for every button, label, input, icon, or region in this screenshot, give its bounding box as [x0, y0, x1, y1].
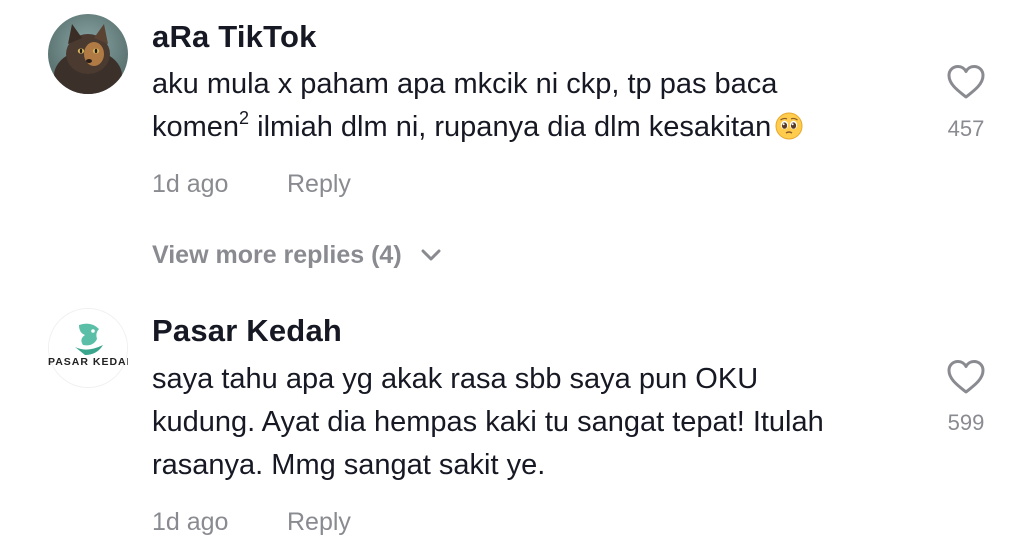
reply-button[interactable]: Reply: [287, 170, 351, 199]
comment-line: kudung. Ayat dia hempas kaki tu sangat t…: [152, 406, 824, 438]
pasar-kedah-logo-avatar: [49, 309, 127, 387]
comment-text: saya tahu apa yg akak rasa sbb saya pun …: [152, 358, 912, 487]
username[interactable]: aRa TikTok: [152, 19, 317, 55]
view-more-replies-button[interactable]: View more replies (4): [152, 241, 441, 270]
username[interactable]: Pasar Kedah: [152, 313, 342, 349]
timestamp: 1d ago: [152, 508, 229, 536]
comment-line: rasanya. Mmg sangat sakit ye.: [152, 449, 546, 481]
comment-meta: 1d ago Reply: [152, 508, 351, 537]
like-button[interactable]: [946, 64, 986, 100]
avatar[interactable]: [48, 14, 128, 94]
comment-word: komen: [152, 111, 240, 143]
heart-outline-icon: [947, 360, 985, 394]
cat-photo-avatar: [48, 14, 128, 94]
avatar[interactable]: [48, 308, 128, 388]
timestamp: 1d ago: [152, 170, 229, 198]
comment-line: komen2 ilmiah dlm ni, rupanya dia dlm ke…: [152, 106, 912, 153]
reply-button[interactable]: Reply: [287, 508, 351, 537]
like-button[interactable]: [946, 359, 986, 395]
like-count: 599: [947, 410, 985, 435]
view-more-label: View more replies (4): [152, 241, 402, 269]
avatar-logo-text: PASAR KEDAH: [48, 356, 128, 368]
heart-outline-icon: [947, 65, 985, 99]
like-count: 457: [947, 116, 985, 141]
comment-line: aku mula x paham apa mkcik ni ckp, tp pa…: [152, 68, 778, 100]
comment-text: aku mula x paham apa mkcik ni ckp, tp pa…: [152, 63, 912, 153]
comment-word: ilmiah dlm ni, rupanya dia dlm kesakitan: [257, 111, 772, 143]
comment-meta: 1d ago Reply: [152, 170, 351, 199]
superscript: 2: [239, 108, 250, 128]
pleading-face-emoji: [775, 110, 803, 153]
chevron-down-icon: [421, 249, 441, 261]
comment-line: saya tahu apa yg akak rasa sbb saya pun …: [152, 363, 759, 395]
